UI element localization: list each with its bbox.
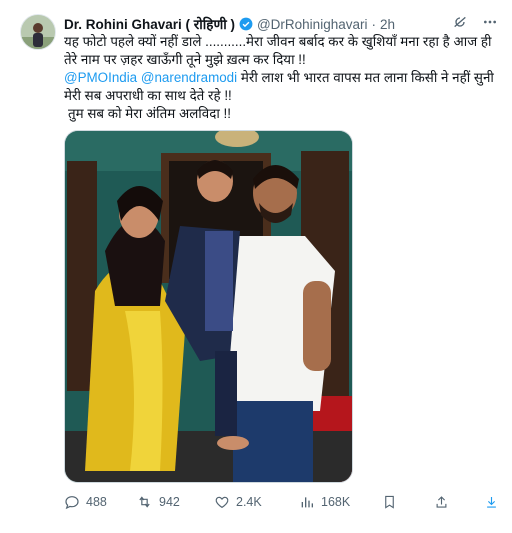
tweet-line-4: मेरी सब अपराधी का साथ देते रहे !! bbox=[64, 88, 232, 103]
views-icon bbox=[299, 494, 315, 510]
verified-badge-icon bbox=[239, 17, 253, 31]
heart-icon bbox=[214, 494, 230, 510]
like-count: 2.4K bbox=[236, 495, 262, 509]
grok-icon[interactable] bbox=[452, 14, 468, 33]
like-button[interactable]: 2.4K bbox=[214, 494, 262, 510]
mention-pmoindia[interactable]: @PMOIndia bbox=[64, 70, 137, 85]
bookmark-icon[interactable] bbox=[382, 494, 397, 513]
tweet-line-2: तेरे नाम पर ज़हर खाऊँगी तूने मुझे ख़त्म … bbox=[64, 52, 306, 67]
share-icon[interactable] bbox=[434, 494, 449, 513]
reply-count: 488 bbox=[86, 495, 107, 509]
separator-dot: · bbox=[371, 16, 376, 32]
author-handle[interactable]: @DrRohinighavari bbox=[257, 17, 368, 32]
retweet-button[interactable]: 942 bbox=[136, 494, 180, 510]
tweet-photo[interactable] bbox=[64, 130, 353, 483]
photo-illustration bbox=[65, 131, 352, 482]
tweet-text: यह फोटो पहले क्यों नहीं डाले ...........… bbox=[64, 33, 498, 123]
tweet-header: Dr. Rohini Ghavari ( रोहिणी ) @DrRohinig… bbox=[64, 14, 498, 34]
tweet-line-1: यह फोटो पहले क्यों नहीं डाले ...........… bbox=[64, 34, 492, 49]
tweet-actions: 488 942 2.4K 168K bbox=[64, 492, 504, 512]
mention-narendramodi[interactable]: @narendramodi bbox=[141, 70, 237, 85]
tweet-line-3-text: मेरी लाश भी भारत वापस मत लाना किसी ने नह… bbox=[240, 70, 494, 85]
tweet: Dr. Rohini Ghavari ( रोहिणी ) @DrRohinig… bbox=[0, 0, 512, 533]
views-button[interactable]: 168K bbox=[299, 494, 350, 510]
retweet-count: 942 bbox=[159, 495, 180, 509]
tweet-time[interactable]: 2h bbox=[380, 17, 395, 32]
avatar[interactable] bbox=[20, 14, 56, 50]
tweet-line-3: @PMOIndia @narendramodi मेरी लाश भी भारत… bbox=[64, 69, 498, 87]
more-icon[interactable] bbox=[482, 14, 498, 33]
reply-icon bbox=[64, 494, 80, 510]
retweet-icon bbox=[136, 494, 153, 510]
download-icon[interactable] bbox=[484, 494, 499, 513]
views-count: 168K bbox=[321, 495, 351, 509]
reply-button[interactable]: 488 bbox=[64, 494, 107, 510]
tweet-line-5: तुम सब को मेरा अंतिम अलविदा !! bbox=[68, 106, 231, 121]
author-name[interactable]: Dr. Rohini Ghavari ( रोहिणी ) bbox=[64, 15, 235, 33]
header-actions bbox=[452, 14, 498, 33]
